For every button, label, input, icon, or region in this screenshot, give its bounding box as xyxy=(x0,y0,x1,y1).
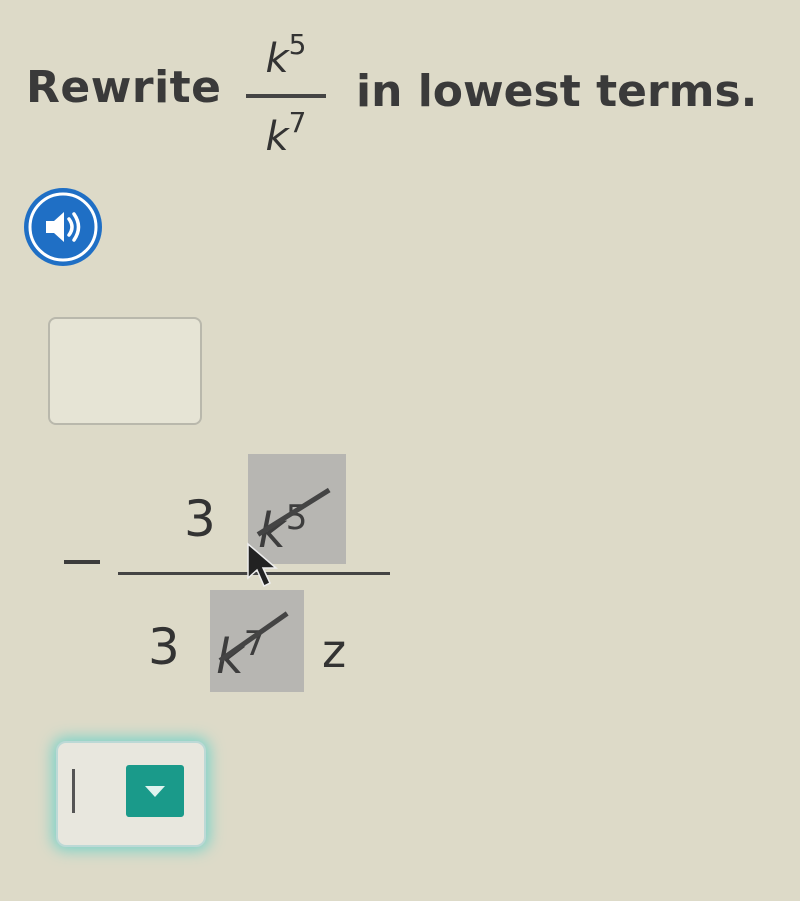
question-numerator: k5 xyxy=(244,28,328,82)
text-caret xyxy=(72,769,75,813)
question-suffix: in lowest terms. xyxy=(356,66,758,117)
question-fraction: k5 k7 xyxy=(244,20,328,170)
speaker-icon xyxy=(28,192,98,262)
audio-button[interactable] xyxy=(24,188,102,266)
mouse-cursor-icon xyxy=(247,542,279,588)
answer-expression: 3 k5 3 k7 z xyxy=(60,450,400,700)
numerator-base: k xyxy=(265,36,289,82)
chevron-down-icon xyxy=(145,786,165,797)
denominator-coefficient: 3 xyxy=(148,618,180,676)
numerator-exponent: 5 xyxy=(288,28,307,61)
question-denominator: k7 xyxy=(244,106,328,160)
denominator-term-slot[interactable]: k7 xyxy=(210,590,304,692)
question-prompt: Rewrite k5 k7 in lowest terms. xyxy=(26,20,786,170)
fraction-bar xyxy=(246,94,326,98)
answer-blank-box[interactable] xyxy=(48,317,202,425)
answer-input-field[interactable] xyxy=(56,741,206,847)
question-prefix: Rewrite xyxy=(26,62,222,113)
denominator-exponent: 7 xyxy=(288,106,307,139)
negative-sign xyxy=(64,560,100,564)
numerator-coefficient: 3 xyxy=(184,490,216,548)
denominator-base: k xyxy=(265,114,289,160)
dropdown-button[interactable] xyxy=(126,765,184,817)
denominator-variable: z xyxy=(322,624,347,678)
